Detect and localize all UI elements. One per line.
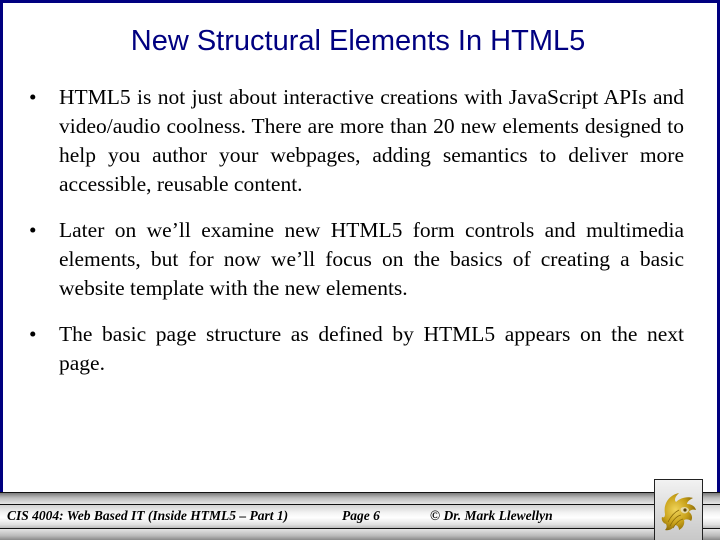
footer-course-title: CIS 4004: Web Based IT (Inside HTML5 – P…: [7, 508, 289, 523]
footer-page-number: Page 6: [342, 508, 380, 523]
footer-top-strip: [0, 492, 720, 504]
bullet-list: • HTML5 is not just about interactive cr…: [29, 83, 684, 395]
slide-title: New Structural Elements In HTML5: [130, 25, 586, 57]
bullet-text: HTML5 is not just about interactive crea…: [59, 85, 684, 196]
logo-box: [654, 479, 703, 540]
bullet-item: • Later on we’ll examine new HTML5 form …: [29, 216, 684, 303]
bullet-item: • The basic page structure as defined by…: [29, 320, 684, 378]
bullet-icon: •: [29, 218, 37, 242]
footer-copyright: © Dr. Mark Llewellyn: [430, 508, 553, 523]
pegasus-logo-icon: [661, 493, 696, 531]
bullet-icon: •: [29, 85, 37, 109]
bullet-text: Later on we’ll examine new HTML5 form co…: [59, 218, 684, 300]
footer-bar: CIS 4004: Web Based IT (Inside HTML5 – P…: [0, 492, 720, 540]
footer-bottom-strip: [0, 529, 720, 540]
bullet-item: • HTML5 is not just about interactive cr…: [29, 83, 684, 199]
bullet-text: The basic page structure as defined by H…: [59, 322, 684, 375]
slide: New Structural Elements In HTML5 • HTML5…: [0, 0, 720, 540]
bullet-icon: •: [29, 322, 37, 346]
